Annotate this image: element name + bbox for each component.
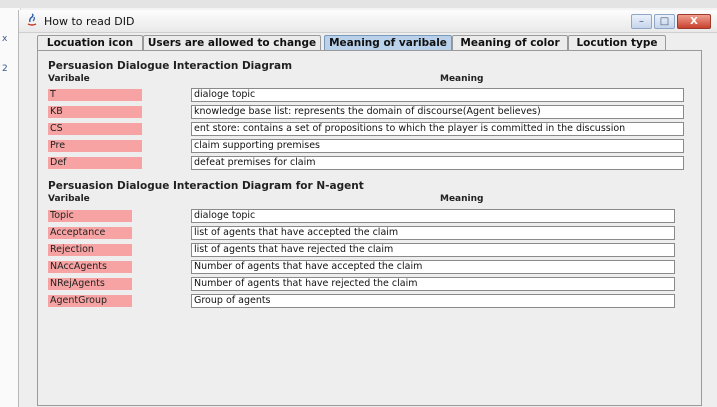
meaning-field[interactable]: Group of agents [191, 294, 675, 308]
meaning-of-variable-panel: Persuasion Dialogue Interaction Diagram … [37, 50, 702, 406]
variable-label: AgentGroup [48, 295, 132, 307]
meaning-field[interactable]: knowledge base list: represents the doma… [191, 105, 684, 119]
variable-label: Def [48, 157, 142, 169]
background-app-strip [0, 0, 717, 8]
meaning-field[interactable]: list of agents that have rejected the cl… [191, 243, 675, 257]
background-glyph: 2 [2, 64, 8, 74]
minimize-icon: – [639, 16, 644, 27]
variable-label: Pre [48, 140, 142, 152]
meaning-field[interactable]: Number of agents that have accepted the … [191, 260, 675, 274]
tab-locution-type[interactable]: Locution type [568, 35, 666, 50]
variable-label: KB [48, 106, 142, 118]
variable-label: Rejection [48, 244, 132, 256]
section-title: Persuasion Dialogue Interaction Diagram [48, 60, 293, 72]
maximize-icon: □ [659, 16, 670, 27]
java-app-icon [27, 13, 37, 26]
meaning-field[interactable]: dialoge topic [191, 209, 675, 223]
column-header-meaning: Meaning [440, 74, 484, 84]
tab-meaning-of-variable[interactable]: Meaning of varibale [324, 35, 452, 50]
section-title-n-agent: Persuasion Dialogue Interaction Diagram … [48, 180, 364, 192]
maximize-button[interactable]: □ [654, 14, 675, 29]
variable-label: T [48, 89, 142, 101]
meaning-field[interactable]: list of agents that have accepted the cl… [191, 226, 675, 240]
tab-locuation-icon[interactable]: Locuation icon [37, 35, 143, 50]
tab-meaning-of-color[interactable]: Meaning of color [452, 35, 568, 50]
variable-label: NAccAgents [48, 261, 132, 273]
close-button[interactable]: X [677, 14, 711, 29]
title-bar[interactable]: How to read DID – □ X [19, 10, 717, 33]
variable-label: CS [48, 123, 142, 135]
minimize-button[interactable]: – [631, 14, 652, 29]
close-icon: X [690, 16, 698, 27]
meaning-field[interactable]: claim supporting premises [191, 139, 684, 153]
column-header-meaning: Meaning [440, 194, 484, 204]
variable-label: Topic [48, 210, 132, 222]
tab-users-allowed-to-change[interactable]: Users are allowed to change [143, 35, 321, 50]
column-header-variable: Varibale [48, 194, 90, 204]
column-header-variable: Varibale [48, 74, 90, 84]
variable-label: NRejAgents [48, 278, 132, 290]
variable-label: Acceptance [48, 227, 132, 239]
meaning-field[interactable]: dialoge topic [191, 88, 684, 102]
meaning-field[interactable]: Number of agents that have rejected the … [191, 277, 675, 291]
meaning-field[interactable]: ent store: contains a set of proposition… [191, 122, 684, 136]
how-to-read-did-window: How to read DID – □ X Locuation icon Use… [18, 10, 717, 407]
meaning-field[interactable]: defeat premises for claim [191, 156, 684, 170]
window-title: How to read DID [44, 15, 135, 28]
background-glyph: x [2, 34, 8, 44]
